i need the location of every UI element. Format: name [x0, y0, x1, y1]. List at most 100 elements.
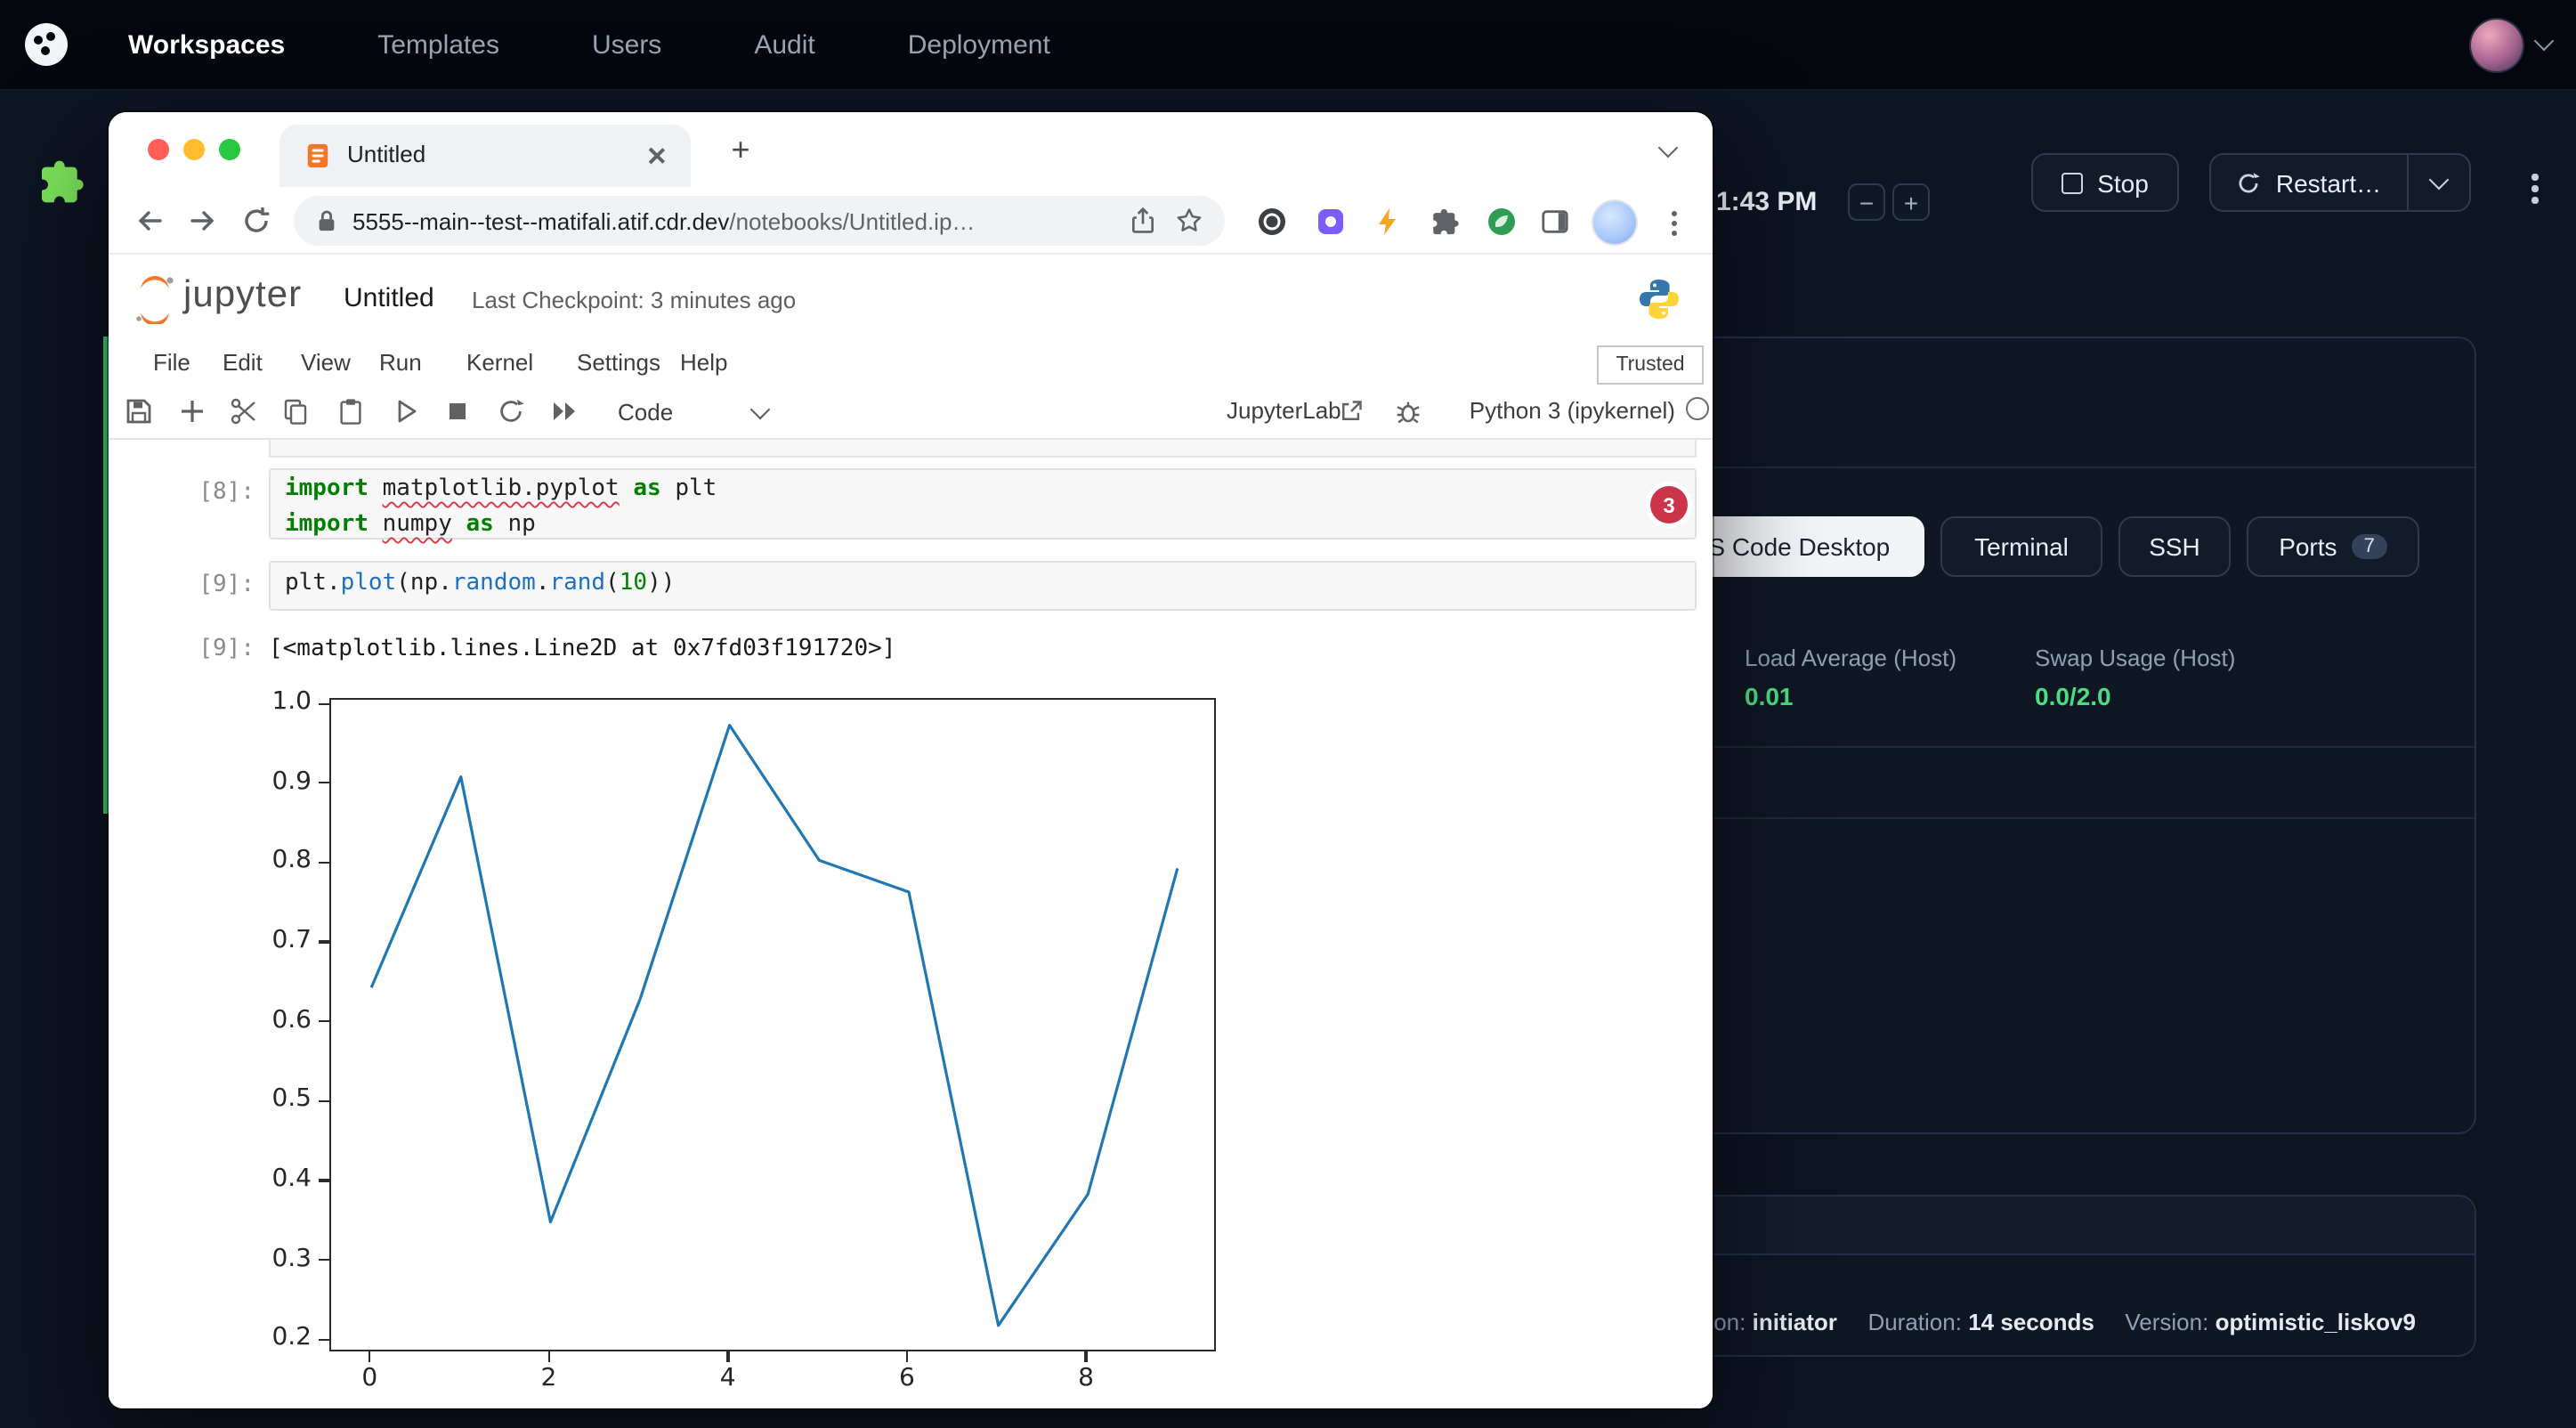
kernel-name[interactable]: Python 3 (ipykernel): [1433, 397, 1675, 424]
user-avatar[interactable]: [2471, 19, 2523, 70]
divider: [1636, 746, 2475, 748]
divider: [1636, 817, 2475, 819]
browser-toolbar: 5555--main--test--matifali.atif.cdr.dev/…: [109, 187, 1713, 255]
code-cell-9[interactable]: plt.plot(np.random.rand(10)): [269, 561, 1697, 611]
url-text: 5555--main--test--matifali.atif.cdr.dev/…: [352, 207, 1129, 234]
duration-label: Duration:: [1867, 1309, 1962, 1335]
address-bar[interactable]: 5555--main--test--matifali.atif.cdr.dev/…: [294, 196, 1225, 246]
y-tick-label: 0.4: [251, 1164, 312, 1193]
tab-close-icon[interactable]: [646, 146, 666, 166]
side-panel-icon[interactable]: [1540, 207, 1570, 237]
menu-edit[interactable]: Edit: [223, 349, 263, 376]
puzzle-extension-icon[interactable]: [36, 157, 85, 207]
share-icon[interactable]: [1129, 207, 1157, 235]
add-cell-icon[interactable]: [178, 397, 207, 426]
y-tick-mark: [319, 1020, 329, 1023]
stop-workspace-button[interactable]: Stop: [2031, 153, 2179, 212]
browser-more-menu[interactable]: [1661, 203, 1686, 242]
bookmark-star-icon[interactable]: [1175, 207, 1203, 235]
swap-usage-value: 0.0/2.0: [2035, 682, 2111, 710]
zoom-out-button[interactable]: −: [1848, 183, 1885, 221]
x-tick-label: 8: [1061, 1364, 1111, 1392]
menu-file[interactable]: File: [153, 349, 190, 376]
browser-profile-avatar[interactable]: [1593, 201, 1636, 244]
jupyter-toolbar: Code JupyterLab Python 3 (ipykernel): [109, 385, 1713, 440]
run-cell-icon[interactable]: [392, 397, 420, 426]
zoom-in-button[interactable]: +: [1892, 183, 1930, 221]
trusted-button[interactable]: Trusted: [1597, 345, 1704, 385]
x-tick-mark: [547, 1351, 550, 1362]
paste-cell-icon[interactable]: [336, 397, 365, 426]
tab-favicon-jupyter: [304, 142, 331, 169]
brand-logo-icon[interactable]: [25, 23, 68, 66]
menu-view[interactable]: View: [301, 349, 351, 376]
primary-nav: Workspaces Templates Users Audit Deploym…: [128, 29, 1050, 60]
extension-icon-2[interactable]: [1316, 207, 1346, 237]
traffic-light-maximize[interactable]: [219, 139, 240, 160]
kernel-status-icon: [1686, 397, 1709, 420]
nav-item-templates[interactable]: Templates: [377, 29, 499, 60]
code-token: [369, 475, 383, 502]
y-tick-mark: [319, 702, 329, 705]
chevron-down-icon: [2429, 170, 2450, 191]
restart-label: Restart…: [2276, 168, 2381, 197]
traffic-light-close[interactable]: [148, 139, 169, 160]
open-in-jupyterlab-link[interactable]: JupyterLab: [1227, 397, 1341, 424]
top-nav-bar: Workspaces Templates Users Audit Deploym…: [0, 0, 2576, 91]
cut-cell-icon[interactable]: [230, 397, 258, 426]
y-tick-label: 0.7: [251, 926, 312, 954]
restart-options-button[interactable]: [2407, 153, 2471, 212]
menu-help[interactable]: Help: [680, 349, 728, 376]
browser-tab[interactable]: Untitled: [279, 125, 691, 187]
cell-output-prompt: [9]:: [134, 636, 255, 662]
y-tick-mark: [319, 1100, 329, 1103]
save-icon[interactable]: [125, 397, 153, 426]
terminal-button[interactable]: Terminal: [1940, 516, 2102, 577]
nav-item-deployment[interactable]: Deployment: [908, 29, 1050, 60]
back-button[interactable]: [134, 205, 166, 237]
extension-lightning-icon[interactable]: [1373, 207, 1403, 237]
menu-run[interactable]: Run: [379, 349, 422, 376]
code-line: import numpy as np: [271, 509, 1695, 545]
ssh-button[interactable]: SSH: [2118, 516, 2231, 577]
tab-search-chevron-icon[interactable]: [1658, 138, 1679, 158]
nav-item-audit[interactable]: Audit: [754, 29, 814, 60]
checkpoint-status: Last Checkpoint: 3 minutes ago: [472, 287, 796, 313]
lock-icon: [315, 208, 338, 233]
debugger-bug-icon[interactable]: [1394, 397, 1422, 426]
restart-run-all-icon[interactable]: [550, 397, 579, 426]
code-token: (: [605, 570, 620, 596]
code-token: np: [494, 511, 536, 538]
forward-button[interactable]: [187, 205, 219, 237]
traffic-light-minimize[interactable]: [183, 139, 205, 160]
copy-cell-icon[interactable]: [281, 397, 310, 426]
nav-item-users[interactable]: Users: [592, 29, 661, 60]
data-series-line: [371, 726, 1178, 1326]
notification-count-badge[interactable]: 3: [1650, 486, 1688, 523]
ports-count-badge: 7: [2352, 534, 2387, 559]
x-tick-mark: [1085, 1351, 1088, 1362]
workspace-more-menu[interactable]: [2514, 167, 2556, 210]
kebab-icon: [2532, 186, 2539, 192]
nav-item-workspaces[interactable]: Workspaces: [128, 29, 285, 60]
reload-button[interactable]: [240, 205, 272, 237]
extension-icon-5[interactable]: [1486, 207, 1517, 237]
external-link-icon[interactable]: [1339, 399, 1364, 424]
cell-type-select[interactable]: Code: [618, 392, 767, 431]
ports-button[interactable]: Ports 7: [2247, 516, 2419, 577]
code-line: import matplotlib.pyplot as plt: [271, 470, 1695, 509]
x-tick-mark: [369, 1351, 371, 1362]
restart-workspace-button[interactable]: Restart…: [2209, 153, 2407, 212]
menu-kernel[interactable]: Kernel: [466, 349, 533, 376]
code-cell-8[interactable]: import matplotlib.pyplot as plt import n…: [269, 468, 1697, 540]
notebook-title[interactable]: Untitled: [344, 283, 434, 313]
new-tab-button[interactable]: +: [723, 132, 758, 167]
menu-settings[interactable]: Settings: [577, 349, 660, 376]
extension-icon-1[interactable]: [1257, 207, 1287, 237]
interrupt-kernel-icon[interactable]: [443, 397, 472, 426]
extensions-puzzle-icon[interactable]: [1430, 207, 1460, 237]
restart-icon: [2237, 170, 2262, 195]
user-menu[interactable]: [2471, 19, 2551, 70]
restart-kernel-icon[interactable]: [497, 397, 525, 426]
code-token: 10: [620, 570, 647, 596]
